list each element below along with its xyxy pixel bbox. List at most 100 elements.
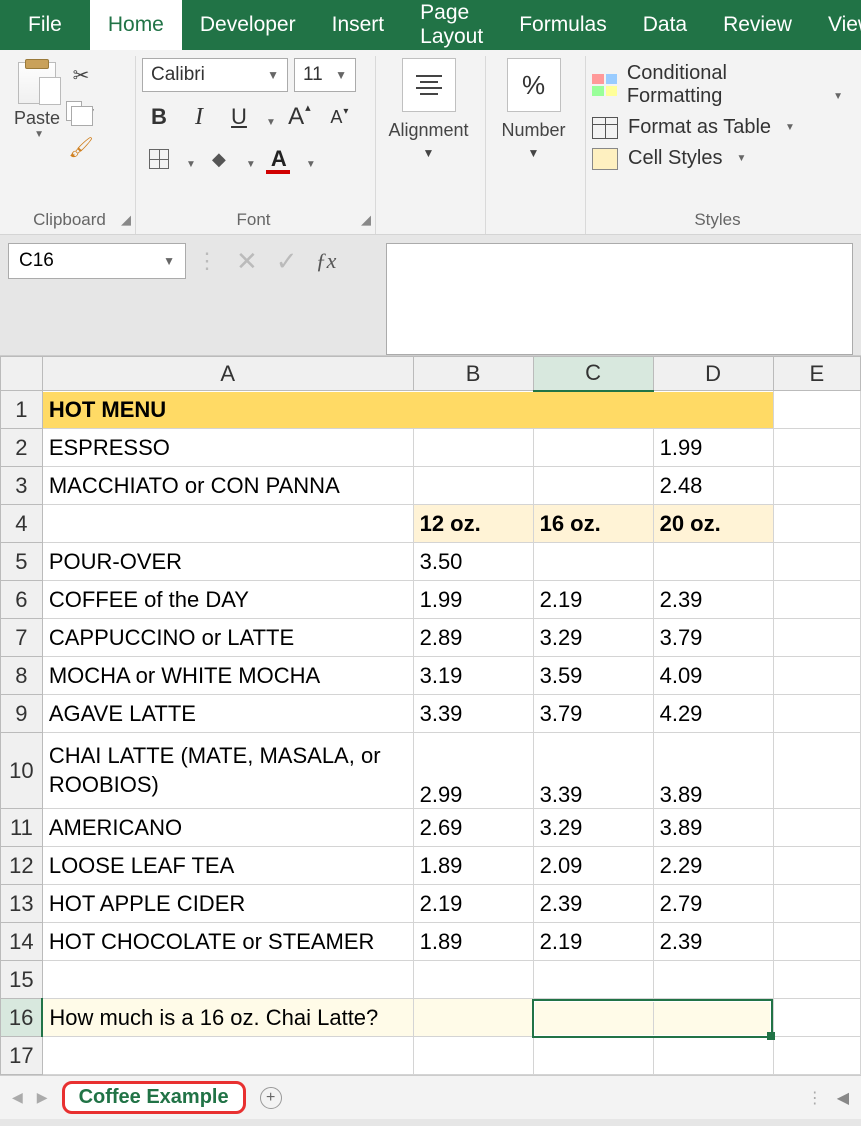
underline-button[interactable]: U xyxy=(222,100,256,134)
col-header-E[interactable]: E xyxy=(773,357,860,391)
row-header[interactable]: 6 xyxy=(1,581,43,619)
enter-formula-button[interactable]: ✓ xyxy=(276,246,298,277)
cell-selected[interactable] xyxy=(533,999,653,1037)
tab-nav-left[interactable]: ◀ xyxy=(12,1089,23,1106)
cell[interactable]: 2.39 xyxy=(533,885,653,923)
cell[interactable]: 2.39 xyxy=(653,581,773,619)
chevron-down-icon[interactable]: ▼ xyxy=(306,159,316,176)
cell[interactable]: CAPPUCCINO or LATTE xyxy=(42,619,413,657)
cell[interactable] xyxy=(773,657,860,695)
tab-review[interactable]: Review xyxy=(705,0,810,50)
format-as-table-button[interactable]: Format as Table ▼ xyxy=(592,116,843,139)
tab-formulas[interactable]: Formulas xyxy=(501,0,625,50)
cell[interactable] xyxy=(773,581,860,619)
tab-view[interactable]: View xyxy=(810,0,861,50)
cell[interactable]: 1.89 xyxy=(413,923,533,961)
tab-data[interactable]: Data xyxy=(625,0,705,50)
cell[interactable] xyxy=(533,961,653,999)
cell[interactable] xyxy=(773,847,860,885)
row-header[interactable]: 11 xyxy=(1,809,43,847)
chevron-down-icon[interactable]: ▼ xyxy=(18,129,60,146)
cell[interactable] xyxy=(773,1037,860,1075)
col-header-C[interactable]: C xyxy=(533,357,653,391)
tab-insert[interactable]: Insert xyxy=(314,0,403,50)
paste-button[interactable]: Paste ▼ xyxy=(14,56,60,146)
row-header[interactable]: 12 xyxy=(1,847,43,885)
cell[interactable] xyxy=(773,923,860,961)
row-header[interactable]: 7 xyxy=(1,619,43,657)
italic-button[interactable]: I xyxy=(182,100,216,134)
cell[interactable]: 3.50 xyxy=(413,543,533,581)
cell[interactable]: 4.09 xyxy=(653,657,773,695)
cell[interactable] xyxy=(773,961,860,999)
cell[interactable]: AMERICANO xyxy=(42,809,413,847)
cell[interactable]: POUR-OVER xyxy=(42,543,413,581)
number-format-button[interactable]: % xyxy=(507,58,561,112)
sheet-tab-coffee-example[interactable]: Coffee Example xyxy=(62,1081,246,1114)
cell[interactable]: How much is a 16 oz. Chai Latte? xyxy=(42,999,413,1037)
format-painter-button[interactable] xyxy=(66,134,96,160)
row-header[interactable]: 2 xyxy=(1,429,43,467)
name-box[interactable]: C16 ▼ xyxy=(8,243,186,279)
cell[interactable]: 1.99 xyxy=(413,581,533,619)
cell[interactable]: 2.19 xyxy=(533,581,653,619)
spreadsheet-grid[interactable]: A B C D E 1 HOT MENU 2 ESPRESSO 1.99 3 M… xyxy=(0,355,861,1075)
copy-button[interactable]: ▼ xyxy=(66,98,96,124)
cell[interactable] xyxy=(42,505,413,543)
cell[interactable]: 2.09 xyxy=(533,847,653,885)
alignment-button[interactable] xyxy=(402,58,456,112)
cell[interactable] xyxy=(413,999,533,1037)
cell[interactable]: MOCHA or WHITE MOCHA xyxy=(42,657,413,695)
cell[interactable]: COFFEE of the DAY xyxy=(42,581,413,619)
cell[interactable]: 2.79 xyxy=(653,885,773,923)
col-header-B[interactable]: B xyxy=(413,357,533,391)
cell[interactable]: LOOSE LEAF TEA xyxy=(42,847,413,885)
tab-home[interactable]: Home xyxy=(90,0,182,50)
cell[interactable]: ESPRESSO xyxy=(42,429,413,467)
font-size-combo[interactable]: 11▼ xyxy=(294,58,356,92)
font-name-combo[interactable]: Calibri▼ xyxy=(142,58,288,92)
col-header-D[interactable]: D xyxy=(653,357,773,391)
conditional-formatting-button[interactable]: Conditional Formatting ▼ xyxy=(592,62,843,108)
cell[interactable]: 3.19 xyxy=(413,657,533,695)
row-header[interactable]: 1 xyxy=(1,391,43,429)
tab-nav-right[interactable]: ▶ xyxy=(37,1089,48,1106)
cell[interactable] xyxy=(653,961,773,999)
tab-page-layout[interactable]: Page Layout xyxy=(402,0,501,50)
new-sheet-button[interactable]: + xyxy=(260,1087,282,1109)
scroll-left-button[interactable]: ◀ xyxy=(837,1088,849,1108)
cell[interactable]: 3.29 xyxy=(533,809,653,847)
cell[interactable]: HOT APPLE CIDER xyxy=(42,885,413,923)
select-all-cell[interactable] xyxy=(1,357,43,391)
col-header-A[interactable]: A xyxy=(42,357,413,391)
cell[interactable] xyxy=(533,1037,653,1075)
cell[interactable] xyxy=(773,809,860,847)
cell[interactable] xyxy=(773,619,860,657)
cell[interactable]: 3.79 xyxy=(533,695,653,733)
cell[interactable] xyxy=(773,429,860,467)
cell[interactable] xyxy=(42,1037,413,1075)
cell[interactable] xyxy=(773,695,860,733)
cell[interactable] xyxy=(773,543,860,581)
cell[interactable] xyxy=(533,467,653,505)
row-header[interactable]: 10 xyxy=(1,733,43,809)
decrease-font-button[interactable] xyxy=(322,100,356,134)
cell[interactable] xyxy=(413,467,533,505)
cell[interactable]: HOT MENU xyxy=(42,391,773,429)
cell[interactable] xyxy=(653,1037,773,1075)
cell[interactable]: 3.59 xyxy=(533,657,653,695)
fx-icon[interactable]: ƒx xyxy=(316,248,337,274)
cell[interactable]: 2.48 xyxy=(653,467,773,505)
formula-input[interactable] xyxy=(386,243,853,355)
cell[interactable]: 2.19 xyxy=(533,923,653,961)
row-header[interactable]: 4 xyxy=(1,505,43,543)
dialog-launcher-icon[interactable]: ◢ xyxy=(121,212,131,228)
cell[interactable]: 3.39 xyxy=(413,695,533,733)
cell[interactable]: 2.89 xyxy=(413,619,533,657)
dialog-launcher-icon[interactable]: ◢ xyxy=(361,212,371,228)
cell[interactable] xyxy=(773,999,860,1037)
fill-color-button[interactable] xyxy=(202,142,236,176)
cell[interactable] xyxy=(773,467,860,505)
chevron-down-icon[interactable]: ▼ xyxy=(528,146,540,160)
cell[interactable]: AGAVE LATTE xyxy=(42,695,413,733)
